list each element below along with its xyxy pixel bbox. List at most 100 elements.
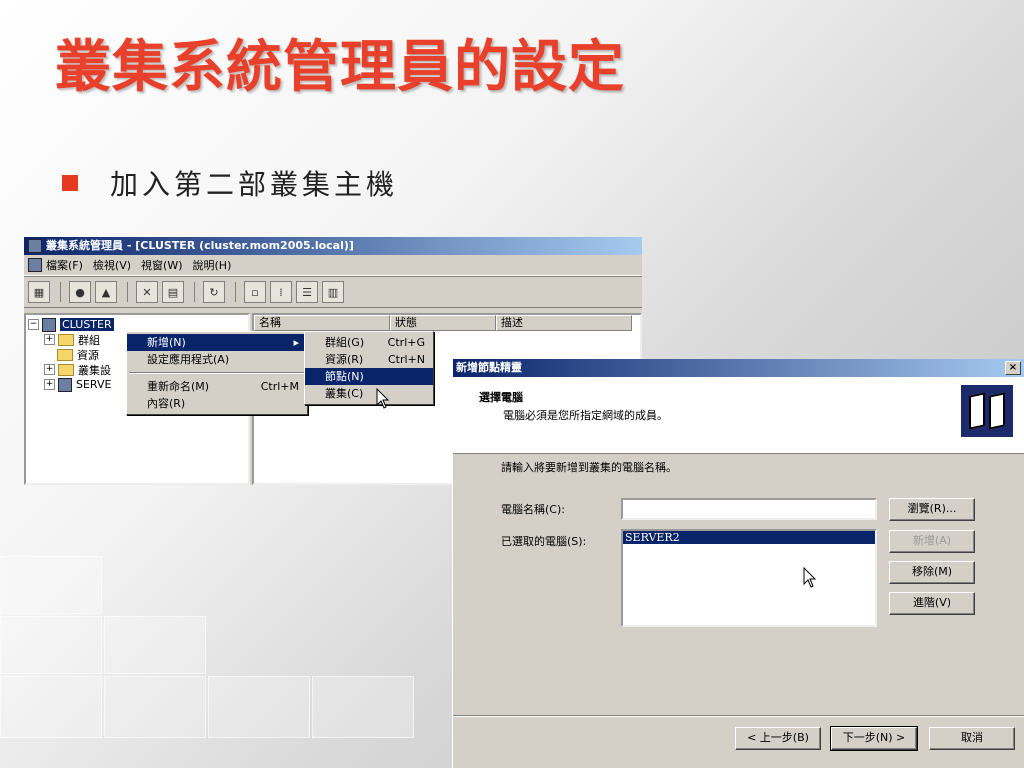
expand-icon[interactable]: + bbox=[44, 379, 55, 390]
cluster-node-icon bbox=[42, 317, 56, 332]
submenu-item-node[interactable]: 節點(N) bbox=[305, 368, 433, 385]
column-description[interactable]: 描述 bbox=[496, 315, 632, 331]
large-icons-icon[interactable]: ▫ bbox=[244, 281, 266, 303]
menu-file[interactable]: 檔案(F) bbox=[46, 257, 83, 273]
system-menu-icon[interactable] bbox=[28, 258, 42, 272]
tree-item-label: 資源 bbox=[77, 348, 99, 362]
menu-separator bbox=[129, 372, 305, 374]
menu-window[interactable]: 視窗(W) bbox=[141, 257, 182, 273]
slide-title: 叢集系統管理員的設定 bbox=[55, 34, 625, 100]
bg-tile bbox=[104, 676, 206, 738]
menu-view[interactable]: 檢視(V) bbox=[93, 257, 131, 273]
add-button[interactable]: 新增(A) bbox=[889, 530, 975, 553]
details-view-icon[interactable]: ▥ bbox=[322, 281, 344, 303]
context-item-label: 內容(R) bbox=[147, 397, 186, 410]
properties-icon[interactable]: ▤ bbox=[162, 281, 184, 303]
background-tiles bbox=[0, 480, 460, 768]
window-titlebar[interactable]: 叢集系統管理員 - [CLUSTER (cluster.mom2005.loca… bbox=[24, 237, 642, 255]
bg-tile bbox=[0, 616, 102, 674]
wizard-step-title: 選擇電腦 bbox=[479, 391, 523, 404]
submenu-item-label: 叢集(C) bbox=[325, 387, 364, 400]
next-button[interactable]: 下一步(N) > bbox=[830, 726, 918, 751]
cluster-icon[interactable]: ▦ bbox=[28, 281, 50, 303]
context-item-configure-app[interactable]: 設定應用程式(A) bbox=[127, 351, 307, 368]
small-icons-icon[interactable]: ⁞ bbox=[270, 281, 292, 303]
server-icon bbox=[58, 377, 72, 392]
wizard-header: 選擇電腦 電腦必須是您所指定網域的成員。 bbox=[453, 377, 1024, 454]
context-item-rename[interactable]: 重新命名(M) Ctrl+M bbox=[127, 378, 307, 395]
folder-icon bbox=[58, 333, 74, 346]
submenu: 群組(G) Ctrl+G 資源(R) Ctrl+N 節點(N) 叢集(C) bbox=[304, 331, 434, 405]
submenu-item-label: 節點(N) bbox=[325, 370, 364, 383]
column-name[interactable]: 名稱 bbox=[254, 315, 390, 331]
browse-button[interactable]: 瀏覽(R)... bbox=[889, 498, 975, 521]
cluster-app-icon bbox=[28, 239, 42, 253]
list-item[interactable]: SERVER2 bbox=[623, 531, 875, 544]
submenu-item-label: 資源(R) bbox=[325, 353, 364, 366]
mouse-cursor-icon bbox=[376, 388, 390, 409]
tree-item-label: SERVE bbox=[76, 378, 112, 391]
expand-icon[interactable]: + bbox=[44, 334, 55, 345]
toolbar-separator bbox=[235, 282, 238, 302]
tree-item-label: 群組 bbox=[78, 333, 100, 347]
submenu-arrow-icon: ▸ bbox=[293, 336, 299, 349]
toolbar-separator bbox=[194, 282, 197, 302]
remove-button[interactable]: 移除(M) bbox=[889, 561, 975, 584]
bg-tile bbox=[208, 676, 310, 738]
servers-icon bbox=[961, 385, 1013, 437]
submenu-item-cluster[interactable]: 叢集(C) bbox=[305, 385, 433, 402]
submenu-item-shortcut: Ctrl+N bbox=[387, 353, 425, 366]
window-title: 叢集系統管理員 - [CLUSTER (cluster.mom2005.loca… bbox=[46, 239, 354, 252]
wizard-titlebar[interactable]: 新增節點精靈 × bbox=[453, 359, 1024, 377]
context-item-new[interactable]: 新增(N) ▸ bbox=[127, 334, 307, 351]
toolbar-separator bbox=[60, 282, 63, 302]
toolbar-separator bbox=[127, 282, 130, 302]
menu-bar: 檔案(F) 檢視(V) 視窗(W) 說明(H) bbox=[24, 255, 642, 276]
take-offline-icon[interactable]: ▲ bbox=[95, 281, 117, 303]
context-item-label: 設定應用程式(A) bbox=[147, 353, 230, 366]
computer-name-label: 電腦名稱(C): bbox=[501, 503, 565, 516]
submenu-item-label: 群組(G) bbox=[325, 336, 365, 349]
bullet-text: 加入第二部叢集主機 bbox=[110, 168, 399, 201]
footer-divider bbox=[453, 715, 1024, 717]
bg-tile bbox=[0, 556, 102, 614]
selected-computers-list[interactable]: SERVER2 bbox=[621, 529, 877, 627]
mouse-cursor-icon bbox=[803, 567, 817, 588]
folder-icon bbox=[57, 348, 73, 361]
context-item-properties[interactable]: 內容(R) bbox=[127, 395, 307, 412]
column-status[interactable]: 狀態 bbox=[390, 315, 496, 331]
computer-name-input[interactable] bbox=[621, 498, 877, 520]
submenu-item-shortcut: Ctrl+G bbox=[387, 336, 425, 349]
advanced-button[interactable]: 進階(V) bbox=[889, 592, 975, 615]
bg-tile bbox=[104, 616, 206, 674]
close-icon[interactable]: × bbox=[1005, 361, 1021, 375]
context-menu: 新增(N) ▸ 設定應用程式(A) 重新命名(M) Ctrl+M 內容(R) bbox=[126, 331, 308, 415]
bring-online-icon[interactable]: ● bbox=[69, 281, 91, 303]
context-item-shortcut: Ctrl+M bbox=[260, 380, 299, 393]
bg-tile bbox=[0, 676, 102, 738]
list-view-icon[interactable]: ☰ bbox=[296, 281, 318, 303]
wizard-step-subtitle: 電腦必須是您所指定網域的成員。 bbox=[503, 409, 668, 422]
bullet-square-icon bbox=[62, 175, 78, 191]
context-item-label: 重新命名(M) bbox=[147, 380, 210, 393]
bullet-item: 加入第二部叢集主機 bbox=[62, 163, 398, 203]
tree-item-label: 叢集設 bbox=[78, 363, 111, 377]
collapse-icon[interactable]: − bbox=[28, 319, 39, 330]
toolbar: ▦ ● ▲ ✕ ▤ ↻ ▫ ⁞ ☰ ▥ bbox=[24, 276, 642, 308]
wizard-title: 新增節點精靈 bbox=[456, 361, 522, 374]
tree-root-label: CLUSTER bbox=[60, 318, 114, 331]
add-node-wizard: 新增節點精靈 × 選擇電腦 電腦必須是您所指定網域的成員。 請輸入將要新增到叢集… bbox=[452, 359, 1024, 768]
submenu-item-group[interactable]: 群組(G) Ctrl+G bbox=[305, 334, 433, 351]
selected-computer-server2: SERVER2 bbox=[623, 531, 875, 544]
submenu-item-resource[interactable]: 資源(R) Ctrl+N bbox=[305, 351, 433, 368]
menu-help[interactable]: 說明(H) bbox=[193, 257, 232, 273]
selected-computers-label: 已選取的電腦(S): bbox=[501, 535, 587, 548]
delete-icon[interactable]: ✕ bbox=[136, 281, 158, 303]
bg-tile bbox=[312, 676, 414, 738]
back-button[interactable]: < 上一步(B) bbox=[735, 727, 821, 750]
context-item-label: 新增(N) bbox=[147, 336, 186, 349]
tree-root[interactable]: − CLUSTER bbox=[28, 317, 246, 332]
cancel-button[interactable]: 取消 bbox=[929, 727, 1015, 750]
refresh-icon[interactable]: ↻ bbox=[203, 281, 225, 303]
expand-icon[interactable]: + bbox=[44, 364, 55, 375]
